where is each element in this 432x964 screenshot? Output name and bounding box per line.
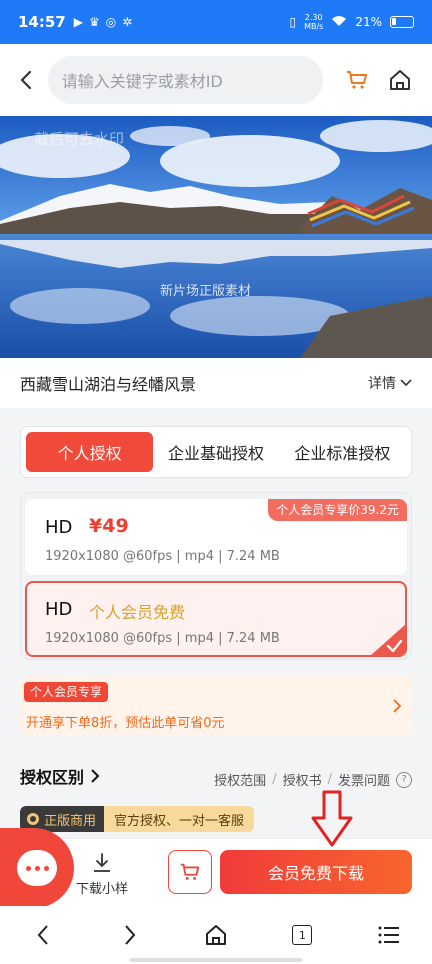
landscape-image bbox=[0, 116, 432, 358]
nav-back-button[interactable] bbox=[23, 915, 63, 955]
search-input[interactable]: 请输入关键字或素材ID bbox=[47, 56, 323, 104]
license-scope-link[interactable]: 授权范围 bbox=[214, 770, 266, 789]
speed-unit: MB/s bbox=[304, 22, 324, 31]
crown-icon: ♛ bbox=[88, 15, 100, 29]
menu-icon bbox=[378, 926, 399, 944]
license-tabs: 个人授权 企业基础授权 企业标准授权 bbox=[20, 426, 412, 478]
authentic-badge: 正版商用 官方授权、一对一客服 bbox=[20, 806, 255, 832]
cart-icon bbox=[346, 71, 367, 89]
spec-text: 1920x1080 @60fps | mp4 | 7.24 MB bbox=[45, 549, 280, 564]
speed-value: 2.30 bbox=[304, 13, 323, 22]
status-bar: 14:57 ▶ ♛ ◎ ✲ ▯ 2.30 MB/s 21% bbox=[0, 0, 432, 44]
badge-dark-label: 正版商用 bbox=[44, 813, 97, 829]
home-icon bbox=[390, 70, 411, 90]
nav-home-button[interactable] bbox=[196, 915, 236, 955]
download-sample-label: 下载小样 bbox=[75, 882, 128, 897]
pinwheel-icon: ✲ bbox=[122, 15, 133, 29]
details-label: 详情 bbox=[368, 376, 396, 392]
vibrate-icon: ▯ bbox=[289, 15, 297, 29]
quality-label: HD bbox=[45, 517, 73, 538]
member-free-text: 个人会员免费 bbox=[89, 603, 186, 622]
cart-button[interactable] bbox=[337, 60, 377, 100]
status-time: 14:57 bbox=[18, 13, 66, 31]
chevron-left-icon bbox=[20, 70, 31, 90]
battery-icon bbox=[390, 16, 414, 28]
license-difference-title: 授权区别 bbox=[20, 768, 85, 787]
member-promo-banner[interactable]: 个人会员专享 开通享下单8折，预估此单可省0元 bbox=[20, 676, 412, 736]
title-row: 西藏雪山湖泊与经幡风景 详情 bbox=[0, 358, 432, 408]
price-option-paid[interactable]: HD ¥49 1920x1080 @60fps | mp4 | 7.24 MB … bbox=[25, 499, 407, 575]
download-sample-button[interactable]: 下载小样 bbox=[70, 852, 134, 897]
price-option-member-free[interactable]: HD 个人会员免费 1920x1080 @60fps | mp4 | 7.24 … bbox=[25, 581, 407, 657]
license-certificate-link[interactable]: 授权书 bbox=[283, 770, 322, 789]
home-icon bbox=[205, 925, 226, 945]
asset-title: 西藏雪山湖泊与经幡风景 bbox=[20, 375, 197, 394]
member-free-download-button[interactable]: 会员免费下载 bbox=[220, 850, 412, 894]
chevron-down-icon bbox=[400, 379, 412, 387]
nav-tabs-button[interactable]: 1 bbox=[282, 915, 322, 955]
top-header: 请输入关键字或素材ID bbox=[0, 44, 432, 116]
browser-nav-bar: 1 bbox=[0, 906, 432, 964]
tab-count: 1 bbox=[292, 925, 313, 945]
nav-menu-button[interactable] bbox=[369, 915, 409, 955]
question-icon[interactable]: ? bbox=[396, 771, 412, 788]
wifi-icon bbox=[331, 15, 347, 30]
home-indicator bbox=[130, 958, 302, 962]
license-links: 授权范围 / 授权书 / 发票问题 ? bbox=[214, 770, 412, 789]
spec-text: 1920x1080 @60fps | mp4 | 7.24 MB bbox=[45, 631, 280, 646]
tab-enterprise-basic-license[interactable]: 企业基础授权 bbox=[153, 432, 278, 472]
promo-text: 开通享下单8折，预估此单可省0元 bbox=[26, 716, 225, 731]
price-options: HD ¥49 1920x1080 @60fps | mp4 | 7.24 MB … bbox=[20, 492, 412, 660]
nav-forward-button[interactable] bbox=[110, 915, 150, 955]
network-speed: 2.30 MB/s bbox=[304, 13, 323, 31]
play-icon: ▶ bbox=[73, 15, 83, 29]
member-price-tag: 个人会员专享价39.2元 bbox=[268, 499, 407, 521]
status-notification-icons: ▶ ♛ ◎ ✲ bbox=[74, 15, 133, 29]
chevron-right-icon bbox=[91, 769, 100, 783]
preview-video-thumbnail[interactable]: 截后可去水印 新片场正版素材 bbox=[0, 116, 432, 358]
status-right: ▯ 2.30 MB/s 21% bbox=[289, 13, 414, 31]
invoice-question-link[interactable]: 发票问题 bbox=[338, 770, 390, 789]
chevron-right-icon bbox=[393, 699, 402, 713]
license-difference-link[interactable]: 授权区别 bbox=[20, 764, 100, 788]
battery-percent: 21% bbox=[355, 15, 382, 29]
tab-personal-license[interactable]: 个人授权 bbox=[26, 432, 154, 472]
link-icon: ◎ bbox=[105, 15, 117, 29]
tab-enterprise-standard-license[interactable]: 企业标准授权 bbox=[279, 432, 406, 472]
selected-check-icon bbox=[371, 624, 405, 655]
download-icon bbox=[94, 853, 110, 872]
cart-icon bbox=[180, 863, 200, 880]
chevron-left-icon bbox=[37, 925, 48, 945]
details-toggle[interactable]: 详情 bbox=[368, 373, 412, 393]
watermark-center: 新片场正版素材 bbox=[160, 284, 252, 299]
home-button[interactable] bbox=[380, 60, 420, 100]
quality-label: HD bbox=[45, 599, 73, 620]
back-button[interactable] bbox=[12, 66, 40, 94]
medal-icon bbox=[27, 813, 39, 825]
chat-bubble-icon bbox=[17, 850, 57, 886]
search-placeholder: 请输入关键字或素材ID bbox=[61, 72, 223, 91]
promo-tag: 个人会员专享 bbox=[24, 682, 109, 702]
red-arrow-annotation bbox=[311, 790, 353, 847]
watermark-top: 截后可去水印 bbox=[34, 130, 125, 148]
add-to-cart-button[interactable] bbox=[168, 850, 212, 894]
price-value: ¥49 bbox=[89, 515, 129, 537]
separator: / bbox=[272, 772, 277, 787]
separator: / bbox=[327, 772, 332, 787]
chevron-right-icon bbox=[124, 925, 135, 945]
official-service-badge: 官方授权、一对一客服 bbox=[104, 806, 255, 832]
